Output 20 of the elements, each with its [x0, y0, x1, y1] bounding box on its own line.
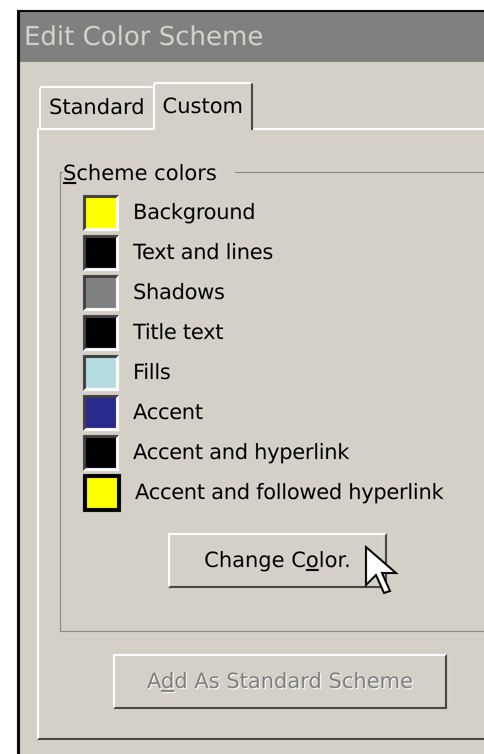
color-label: Background: [133, 199, 256, 226]
window-title: Edit Color Scheme: [24, 20, 264, 54]
color-swatch[interactable]: [83, 275, 119, 311]
tab[interactable]: Custom: [152, 82, 253, 130]
color-swatch[interactable]: [83, 395, 119, 431]
color-label: Accent and hyperlink: [133, 439, 350, 466]
tab[interactable]: Standard: [39, 86, 153, 128]
color-label: Accent and followed hyperlink: [135, 479, 444, 506]
color-swatch[interactable]: [83, 195, 119, 231]
color-label: Text and lines: [133, 239, 273, 266]
color-swatch[interactable]: [83, 235, 119, 271]
color-label: Shadows: [133, 279, 225, 306]
color-swatch[interactable]: [83, 474, 121, 512]
color-label: Fills: [133, 359, 170, 386]
color-swatch[interactable]: [83, 355, 119, 391]
color-label: Title text: [133, 319, 224, 346]
color-label: Accent: [133, 399, 203, 426]
change-color-button[interactable]: Change Color.: [168, 533, 387, 588]
color-swatch[interactable]: [83, 435, 119, 471]
color-swatch[interactable]: [83, 315, 119, 351]
